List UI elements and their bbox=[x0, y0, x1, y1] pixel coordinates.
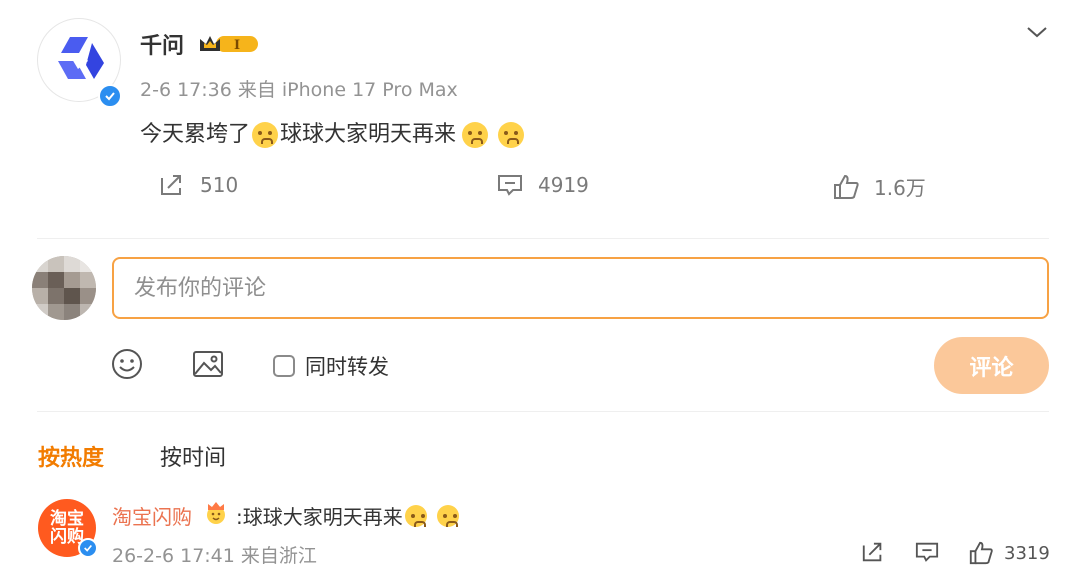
divider bbox=[37, 411, 1049, 412]
comment-author-name[interactable]: 淘宝闪购 bbox=[112, 501, 192, 530]
verified-icon bbox=[78, 538, 98, 558]
comment-line: 淘宝闪购 :球球大家明天再来 bbox=[112, 501, 461, 530]
repost-icon bbox=[862, 542, 882, 562]
divider bbox=[37, 238, 1049, 239]
comment-button[interactable]: 4919 bbox=[496, 172, 589, 198]
comment-reply-button[interactable] bbox=[914, 540, 940, 564]
tab-sort-time[interactable]: 按时间 bbox=[160, 440, 226, 472]
chevron-down-icon[interactable] bbox=[1026, 24, 1048, 43]
like-icon bbox=[969, 541, 993, 565]
repost-checkbox[interactable] bbox=[273, 355, 295, 377]
post-content: 今天累垮了 球球大家明天再来 bbox=[140, 120, 526, 150]
repost-button[interactable]: 510 bbox=[158, 172, 238, 198]
tab-sort-hot[interactable]: 按热度 bbox=[38, 440, 104, 472]
crown-badge-icon bbox=[204, 502, 228, 529]
repost-checkbox-option[interactable]: 同时转发 bbox=[273, 351, 389, 381]
comment-like-count: 3319 bbox=[1004, 542, 1050, 564]
pleading-emoji bbox=[404, 504, 427, 527]
like-icon bbox=[834, 174, 859, 199]
repost-count: 510 bbox=[200, 173, 239, 197]
image-icon[interactable] bbox=[192, 348, 224, 384]
avatar-logo-text: 淘宝 闪购 bbox=[50, 509, 84, 547]
comment-like-button[interactable]: 3319 bbox=[968, 540, 1050, 566]
comment-input[interactable] bbox=[112, 257, 1049, 319]
repost-option-label: 同时转发 bbox=[305, 355, 389, 379]
repost-icon bbox=[161, 175, 181, 195]
qwen-logo-icon bbox=[58, 37, 104, 79]
comment-meta: 26-2-6 17:41 来自浙江 bbox=[112, 545, 317, 567]
comment-count: 4919 bbox=[538, 173, 589, 197]
post-text-2: 球球大家明天再来 bbox=[280, 122, 457, 147]
current-user-avatar bbox=[32, 256, 96, 320]
emoji-icon[interactable] bbox=[111, 348, 143, 384]
crown-badge-icon: I bbox=[198, 33, 260, 59]
like-button[interactable]: 1.6万 bbox=[832, 172, 926, 201]
post-text-1: 今天累垮了 bbox=[140, 122, 251, 147]
pleading-emoji bbox=[436, 504, 459, 527]
svg-text:I: I bbox=[234, 38, 240, 53]
pleading-emoji bbox=[498, 122, 525, 148]
weibo-post-card: 千问 I 2-6 17:36 来自 iPhone 17 Pro Max 今天累垮… bbox=[0, 0, 1080, 576]
comment-icon bbox=[915, 542, 939, 562]
comment-text: :球球大家明天再来 bbox=[236, 505, 403, 529]
comment-repost-button[interactable] bbox=[860, 540, 886, 564]
pleading-emoji bbox=[462, 122, 489, 148]
author-name[interactable]: 千问 bbox=[140, 28, 184, 60]
verified-icon bbox=[98, 84, 122, 108]
comment-icon bbox=[498, 175, 522, 196]
like-count: 1.6万 bbox=[874, 176, 926, 200]
post-meta: 2-6 17:36 来自 iPhone 17 Pro Max bbox=[140, 79, 458, 101]
submit-comment-button[interactable]: 评论 bbox=[934, 337, 1049, 394]
tired-emoji bbox=[252, 122, 279, 148]
